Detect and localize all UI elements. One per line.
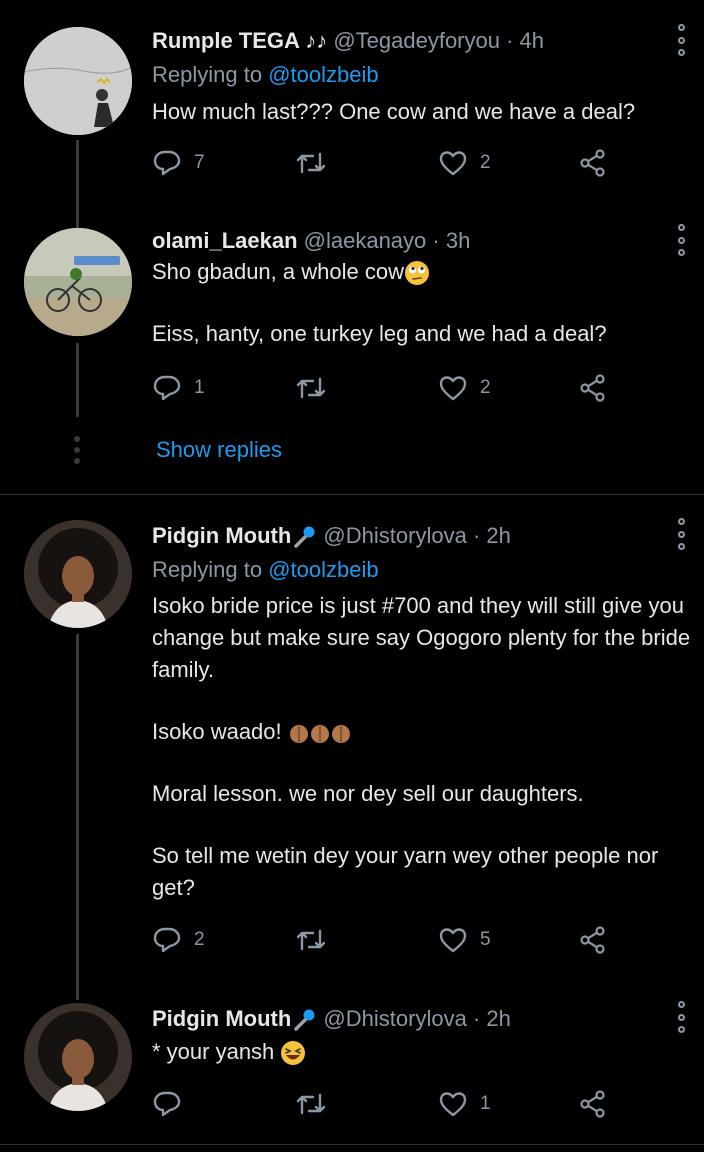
tweet-line: Sho gbadun, a whole cow <box>152 259 404 284</box>
heart-icon <box>439 928 467 953</box>
user-handle[interactable]: @Dhistorylova <box>323 1006 466 1031</box>
display-name[interactable]: Pidgin Mouth <box>152 523 317 548</box>
timestamp: · 2h <box>472 523 511 548</box>
tweet-paragraph: Isoko bride price is just #700 and they … <box>152 593 691 682</box>
replying-to-link[interactable]: @toolzbeib <box>268 62 378 87</box>
share-icon <box>580 374 605 402</box>
tweet-paragraph: So tell me wetin dey your yarn wey other… <box>152 843 659 900</box>
user-handle[interactable]: @Dhistorylova <box>323 523 466 548</box>
share-button[interactable] <box>578 920 608 960</box>
laughing-emoji-icon <box>281 1041 306 1066</box>
tweet-paragraph: Isoko waado! <box>152 716 704 748</box>
reply-icon <box>153 927 181 953</box>
display-name[interactable]: Pidgin Mouth <box>152 1006 317 1031</box>
avatar[interactable] <box>24 228 132 336</box>
timestamp: · 4h <box>506 28 545 53</box>
tweet-text: Sho gbadun, a whole cow Eiss, hanty, one… <box>152 256 704 350</box>
share-button[interactable] <box>578 1084 608 1124</box>
tweet-header: Pidgin Mouth @Dhistorylova · 2h <box>152 523 511 550</box>
divider <box>0 494 704 495</box>
reply-button[interactable]: 2 <box>152 920 205 960</box>
reply-button[interactable]: 1 <box>152 368 205 408</box>
more-vertical-icon[interactable] <box>674 1001 688 1033</box>
microphone-icon <box>294 1009 315 1031</box>
reply-icon <box>153 150 181 176</box>
like-count: 2 <box>480 152 491 173</box>
share-icon <box>580 1090 605 1118</box>
share-button[interactable] <box>578 368 608 408</box>
tweet-text: How much last??? One cow and we have a d… <box>152 99 636 124</box>
tweet-actions: 1 <box>152 1084 632 1124</box>
clapping-hands-emoji-icon <box>289 725 350 744</box>
avatar[interactable] <box>24 520 132 628</box>
reply-icon <box>153 375 181 401</box>
heart-icon <box>439 1092 467 1117</box>
reply-button[interactable]: 7 <box>152 143 205 183</box>
reply-button[interactable] <box>152 1084 182 1124</box>
share-icon <box>580 926 605 954</box>
tweet-header: Pidgin Mouth @Dhistorylova · 2h <box>152 1006 511 1033</box>
replying-to: Replying to @toolzbeib <box>152 557 379 582</box>
like-button[interactable]: 1 <box>438 1084 491 1124</box>
replying-to-link[interactable]: @toolzbeib <box>268 557 378 582</box>
reply-count: 1 <box>194 377 205 398</box>
user-handle[interactable]: @laekanayo <box>304 228 427 253</box>
more-vertical-icon[interactable] <box>674 224 688 256</box>
thread-continuation-dots <box>74 436 80 464</box>
tweet-line: Eiss, hanty, one turkey leg and we had a… <box>152 321 607 346</box>
like-button[interactable]: 2 <box>438 368 491 408</box>
divider <box>0 1144 704 1145</box>
more-vertical-icon[interactable] <box>674 24 688 56</box>
like-button[interactable]: 2 <box>438 143 491 183</box>
avatar[interactable] <box>24 27 132 135</box>
reply-count: 2 <box>194 929 205 950</box>
retweet-button[interactable] <box>296 920 326 960</box>
retweet-icon <box>296 377 326 399</box>
reply-count: 7 <box>194 152 205 173</box>
tweet-actions: 1 2 <box>152 368 632 408</box>
retweet-button[interactable] <box>296 1084 326 1124</box>
share-button[interactable] <box>578 143 608 183</box>
like-count: 5 <box>480 929 491 950</box>
thread-line <box>76 634 79 1000</box>
like-count: 1 <box>480 1093 491 1114</box>
retweet-button[interactable] <box>296 143 326 183</box>
timestamp: · 2h <box>472 1006 511 1031</box>
heart-icon <box>439 376 467 401</box>
like-button[interactable]: 5 <box>438 920 491 960</box>
show-replies-link[interactable]: Show replies <box>156 437 282 463</box>
share-icon <box>580 149 605 177</box>
heart-icon <box>439 151 467 176</box>
tweet-actions: 2 5 <box>152 920 632 960</box>
replying-to: Replying to @toolzbeib <box>152 62 379 87</box>
timestamp: · 3h <box>432 228 471 253</box>
retweet-icon <box>296 152 326 174</box>
like-count: 2 <box>480 377 491 398</box>
retweet-icon <box>296 1093 326 1115</box>
retweet-button[interactable] <box>296 368 326 408</box>
tweet-actions: 7 2 <box>152 143 632 183</box>
retweet-icon <box>296 929 326 951</box>
reply-icon <box>153 1091 181 1117</box>
avatar[interactable] <box>24 1003 132 1111</box>
tweet-header: olami_Laekan @laekanayo · 3h <box>152 228 470 254</box>
display-name[interactable]: Rumple TEGA ♪♪ <box>152 28 327 53</box>
thread-line <box>76 140 79 232</box>
tweet-header: Rumple TEGA ♪♪ @Tegadeyforyou · 4h <box>152 28 544 54</box>
eye-roll-emoji-icon <box>404 261 429 286</box>
tweet-text: Isoko bride price is just #700 and they … <box>152 590 704 904</box>
thread-line <box>76 343 79 417</box>
tweet-paragraph: Moral lesson. we nor dey sell our daught… <box>152 781 584 806</box>
user-handle[interactable]: @Tegadeyforyou <box>333 28 500 53</box>
tweet-text: * your yansh <box>152 1036 704 1068</box>
more-vertical-icon[interactable] <box>674 518 688 550</box>
microphone-icon <box>294 526 315 548</box>
display-name[interactable]: olami_Laekan <box>152 228 298 253</box>
